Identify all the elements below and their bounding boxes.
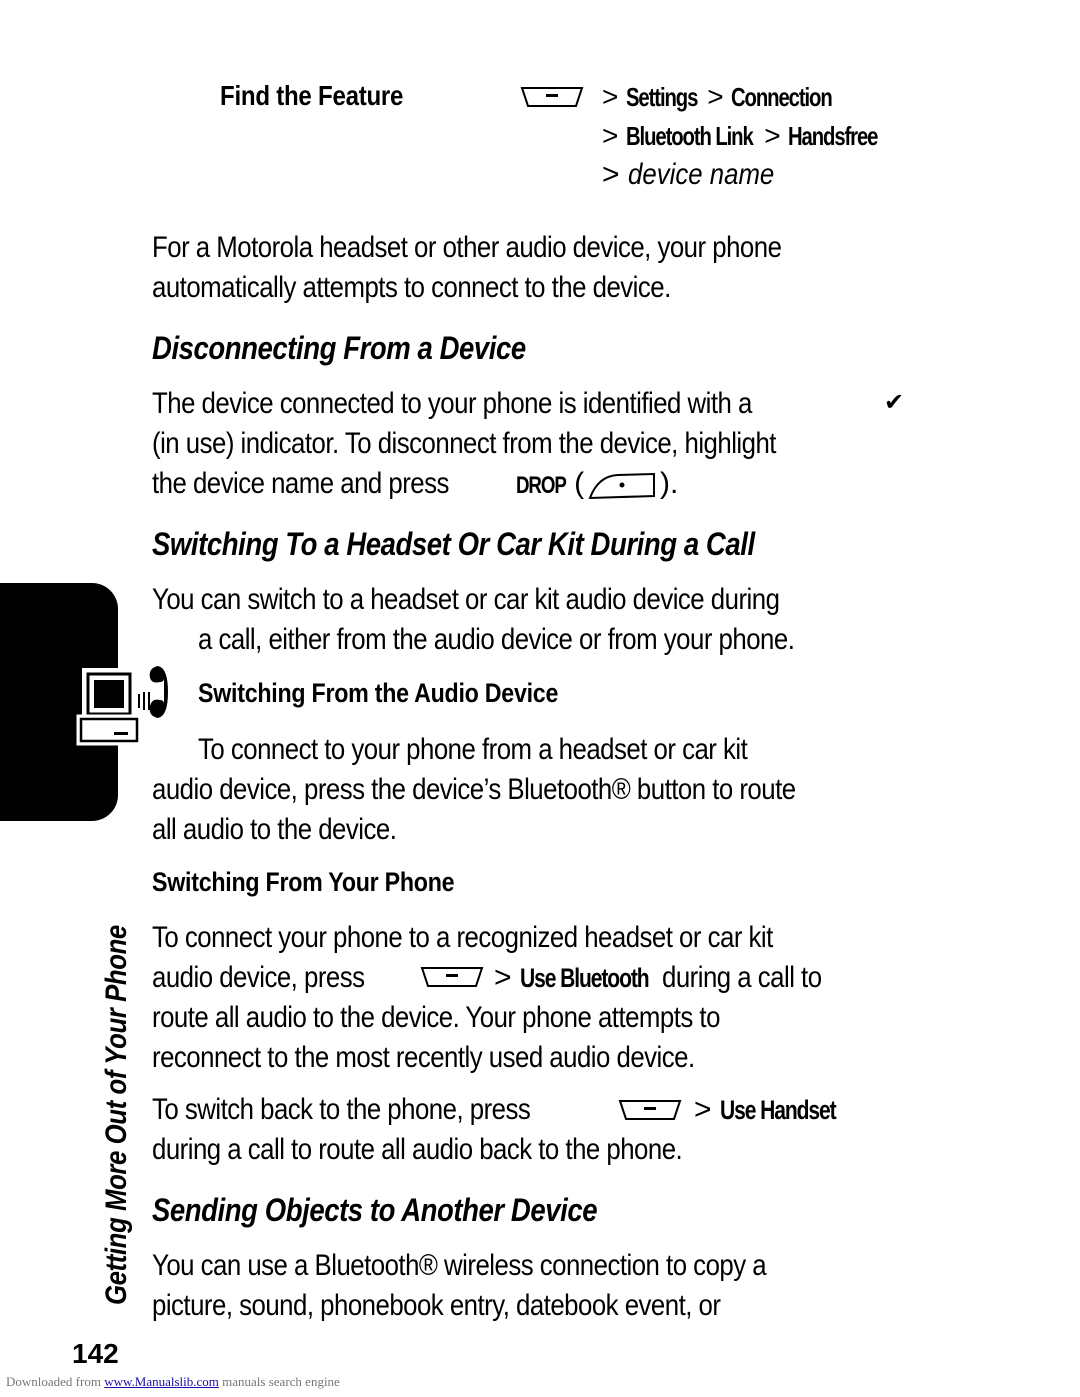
heading-sending: Sending Objects to Another Device bbox=[152, 1192, 598, 1228]
drop-key-label: DROP bbox=[516, 472, 567, 499]
menu-item-bluetooth-link: Bluetooth Link bbox=[626, 121, 754, 151]
heading-from-audio-device: Switching From the Audio Device bbox=[198, 678, 559, 708]
menu-item-handsfree: Handsfree bbox=[788, 121, 878, 151]
use-bluetooth-path: > Use Bluetooth bbox=[494, 958, 685, 998]
menu-item-use-bluetooth: Use Bluetooth bbox=[519, 963, 650, 993]
menu-item-use-handset: Use Handset bbox=[719, 1095, 837, 1125]
heading-disconnecting: Disconnecting From a Device bbox=[152, 330, 526, 366]
menu-item-device-name: device name bbox=[627, 158, 775, 191]
menu-key-icon bbox=[520, 87, 584, 107]
menu-path-line3: > device name bbox=[602, 158, 775, 191]
download-footer: Downloaded from www.Manualslib.com manua… bbox=[6, 1374, 340, 1389]
from-phone-paragraph-1: To connect your phone to a recognized he… bbox=[152, 921, 773, 1074]
menu-key-icon bbox=[618, 1100, 682, 1120]
menu-path-line1: > Settings > Connection bbox=[602, 81, 833, 112]
right-softkey-icon bbox=[588, 472, 655, 500]
page-number: 142 bbox=[72, 1338, 119, 1369]
menu-key-icon bbox=[420, 967, 484, 987]
menu-item-settings: Settings bbox=[626, 82, 698, 112]
intro-paragraph: For a Motorola headset or other audio de… bbox=[152, 231, 782, 304]
in-use-check-icon: ✔ bbox=[884, 389, 905, 416]
menu-path-line2: > Bluetooth Link > Handsfree bbox=[602, 120, 879, 151]
menu-item-connection: Connection bbox=[731, 82, 833, 112]
find-feature-label: Find the Feature bbox=[220, 80, 404, 111]
heading-from-your-phone: Switching From Your Phone bbox=[152, 867, 455, 897]
chapter-side-label: Getting More Out of Your Phone bbox=[100, 925, 133, 1305]
disconnecting-paragraph: The device connected to your phone is id… bbox=[152, 387, 776, 500]
switching-paragraph: You can switch to a headset or car kit a… bbox=[152, 583, 795, 656]
from-audio-device-paragraph: To connect to your phone from a headset … bbox=[152, 733, 796, 846]
drop-key-group: DROP ( bbox=[516, 464, 584, 506]
from-phone-line2-post: during a call to bbox=[662, 961, 822, 994]
paren-close: ). bbox=[660, 467, 679, 500]
sending-paragraph: You can use a Bluetooth® wireless connec… bbox=[152, 1249, 767, 1322]
manualslib-link[interactable]: www.Manualslib.com bbox=[104, 1374, 219, 1389]
use-handset-path: > Use Handset bbox=[694, 1090, 868, 1130]
heading-switching: Switching To a Headset Or Car Kit During… bbox=[152, 526, 755, 562]
